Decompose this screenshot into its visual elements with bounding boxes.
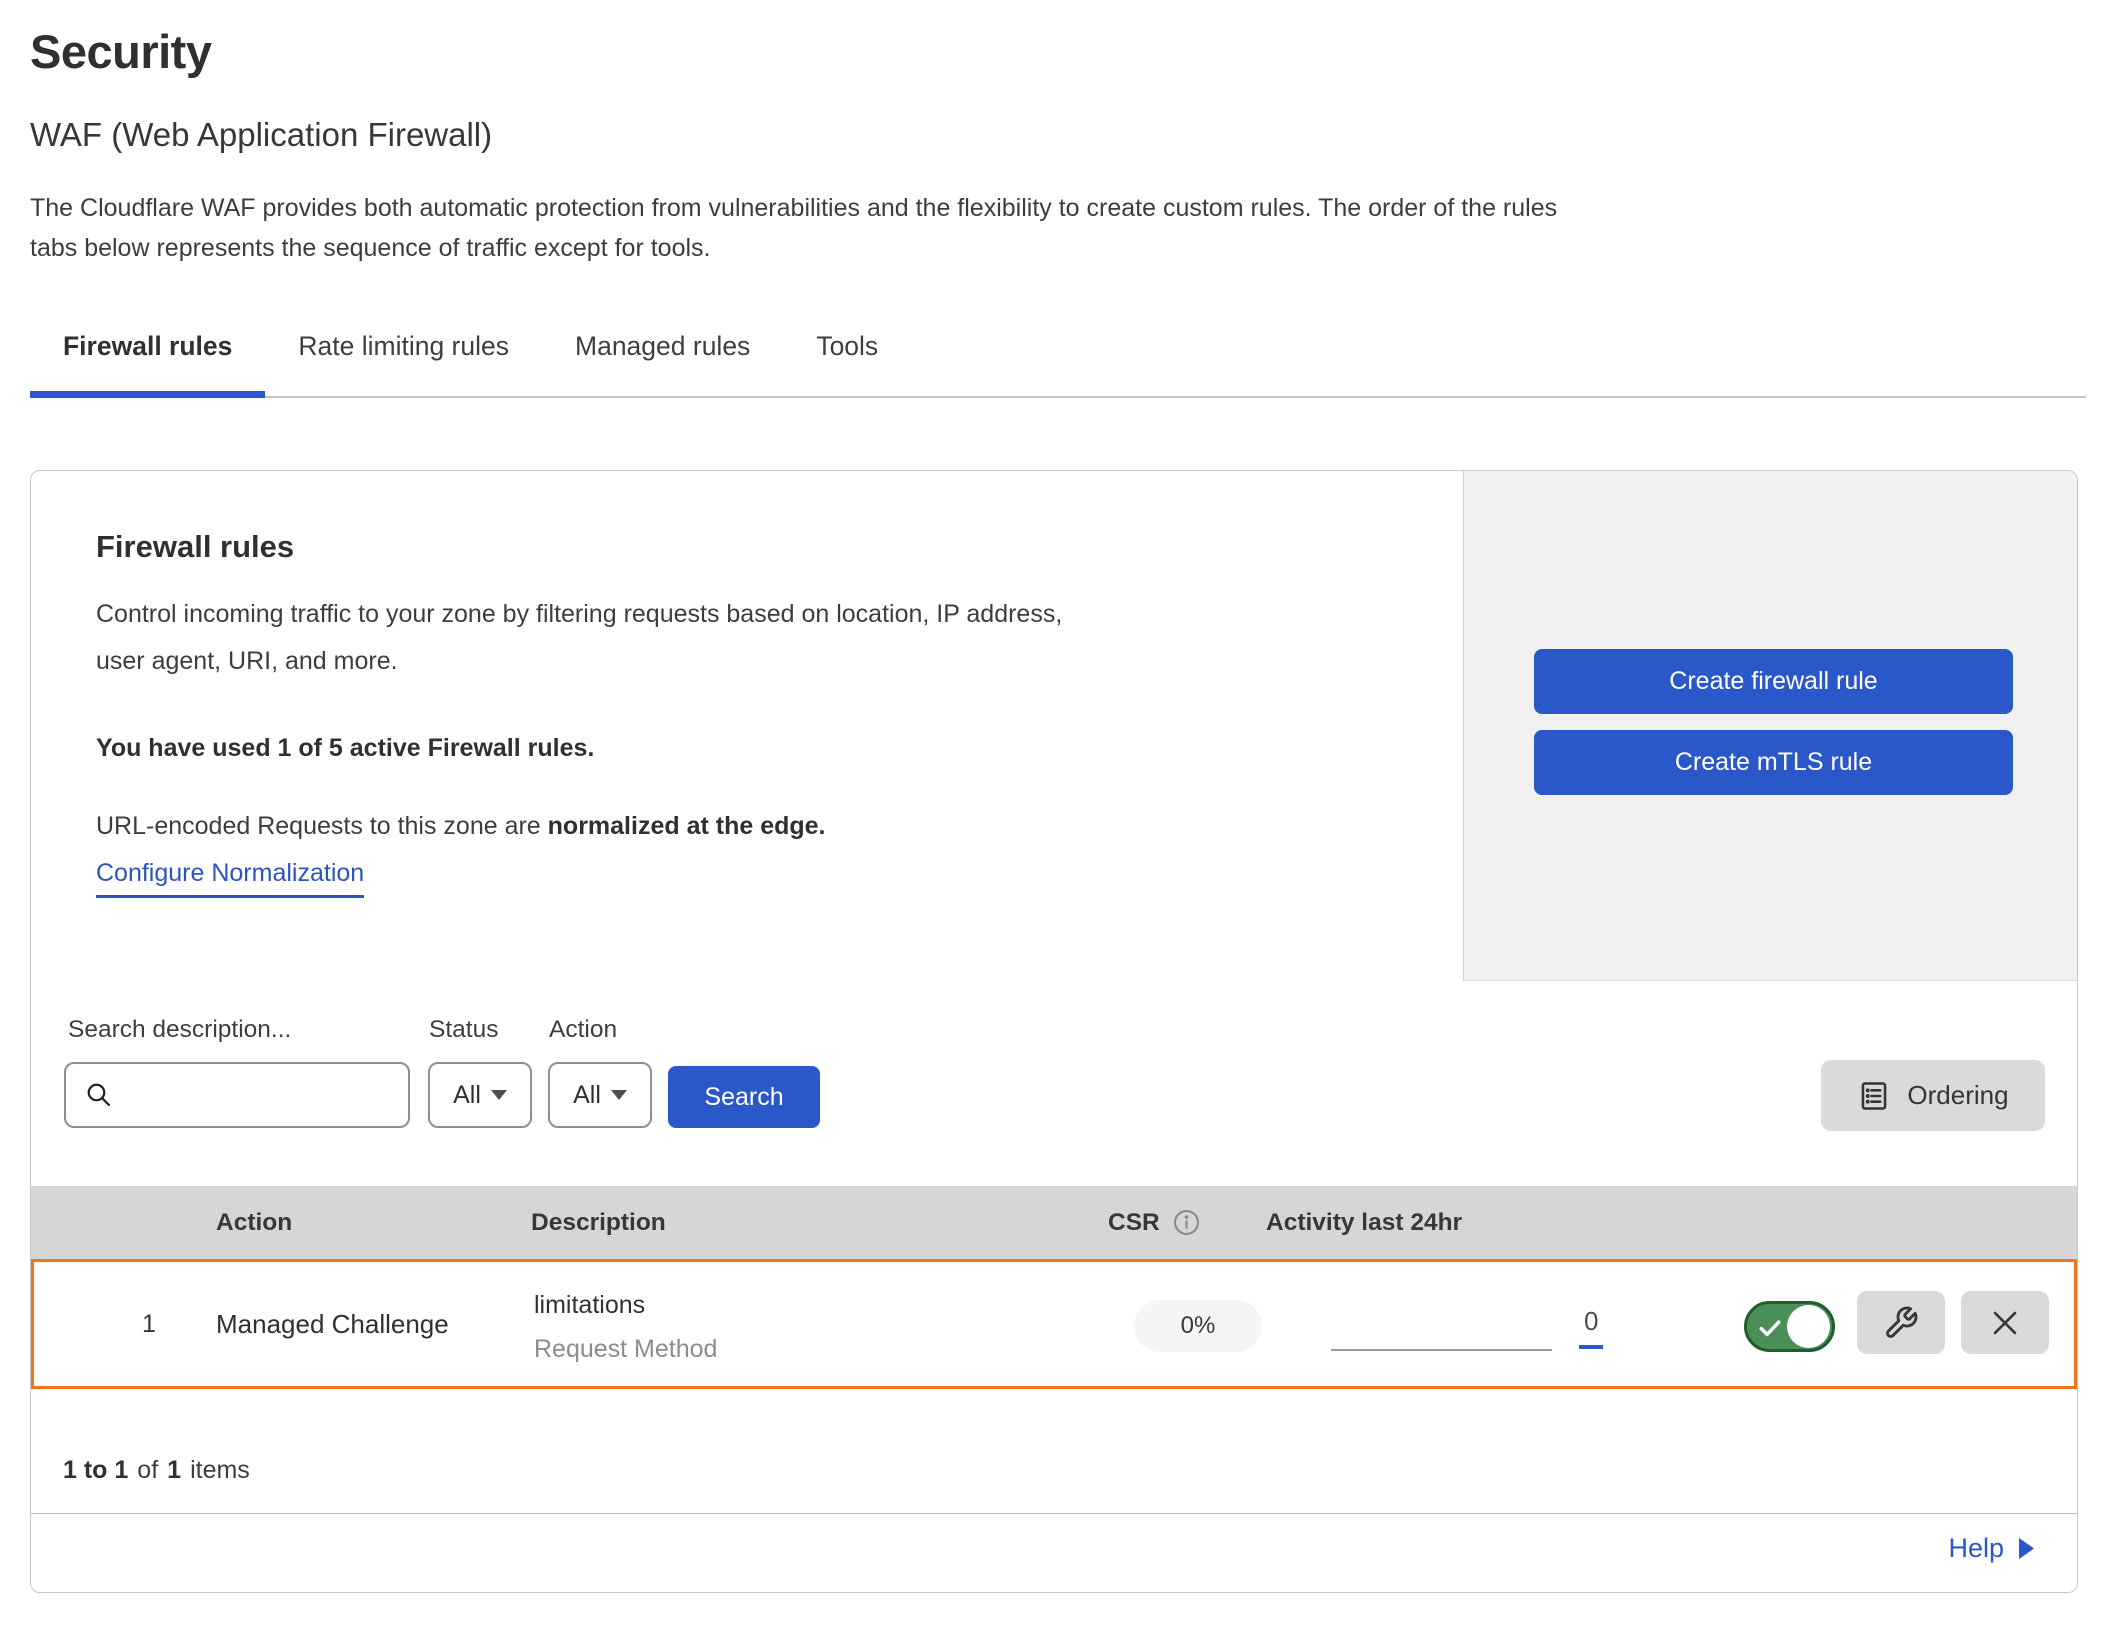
wrench-icon (1883, 1305, 1919, 1341)
page-description: The Cloudflare WAF provides both automat… (30, 188, 2088, 268)
chevron-down-icon (491, 1090, 507, 1101)
configure-normalization-link[interactable]: Configure Normalization (96, 859, 364, 898)
waf-tab-bar: Firewall rules Rate limiting rules Manag… (30, 320, 2086, 398)
activity-sparkline (1331, 1349, 1552, 1351)
tab-managed-rules[interactable]: Managed rules (542, 331, 783, 396)
firewall-rules-overview: Firewall rules Control incoming traffic … (31, 471, 2077, 981)
search-icon (84, 1080, 114, 1110)
normalization-text: URL-encoded Requests to this zone are (96, 812, 548, 840)
status-select[interactable]: All (428, 1062, 532, 1128)
activity-count-link[interactable]: 0 (1579, 1306, 1603, 1349)
close-icon (1988, 1306, 2022, 1340)
create-firewall-rule-button[interactable]: Create firewall rule (1534, 649, 2013, 714)
create-mtls-rule-button[interactable]: Create mTLS rule (1534, 730, 2013, 795)
help-arrow-icon (2018, 1537, 2035, 1560)
check-icon (1756, 1314, 1784, 1342)
security-waf-page: Security WAF (Web Application Firewall) … (0, 0, 2114, 1638)
firewall-rule-row: 1 Managed Challenge limitations Request … (31, 1259, 2077, 1389)
normalization-bold: normalized at the edge. (548, 812, 826, 840)
help-link[interactable]: Help (1948, 1533, 2035, 1564)
ordering-button-label: Ordering (1907, 1080, 2008, 1111)
overview-heading: Firewall rules (96, 529, 294, 565)
chevron-down-icon (611, 1090, 627, 1101)
action-select[interactable]: All (548, 1062, 652, 1128)
csr-value-badge: 0% (1134, 1300, 1262, 1352)
list-ordering-icon (1857, 1079, 1891, 1113)
pagination-summary: 1 to 1 of 1 items (63, 1456, 259, 1485)
usage-summary: You have used 1 of 5 active Firewall rul… (96, 734, 594, 763)
status-label: Status (429, 1016, 498, 1044)
rule-priority: 1 (129, 1262, 169, 1386)
action-select-value: All (573, 1081, 601, 1110)
page-title: Security (30, 24, 211, 79)
pagination-of: of (137, 1456, 158, 1484)
delete-rule-button[interactable] (1961, 1291, 2049, 1354)
info-icon[interactable] (1172, 1208, 1201, 1237)
normalization-note: URL-encoded Requests to this zone are no… (96, 812, 826, 841)
actions-side-panel (1463, 471, 2077, 981)
rule-description[interactable]: limitations (534, 1284, 717, 1326)
action-label: Action (549, 1016, 617, 1044)
pagination-total: 1 (167, 1456, 181, 1484)
search-description-field[interactable] (64, 1062, 410, 1128)
rule-action: Managed Challenge (216, 1262, 449, 1386)
overview-description: Control incoming traffic to your zone by… (96, 591, 1062, 685)
column-header-csr: CSR (1108, 1186, 1201, 1259)
edit-rule-button[interactable] (1857, 1291, 1945, 1354)
pagination-range: 1 to 1 (63, 1456, 128, 1484)
rule-description-cell: limitations Request Method (534, 1284, 717, 1372)
status-select-value: All (453, 1081, 481, 1110)
page-description-line1: The Cloudflare WAF provides both automat… (30, 188, 2088, 228)
rules-table-header: Action Description CSR Activity last 24h… (31, 1186, 2077, 1259)
page-description-line2: tabs below represents the sequence of tr… (30, 228, 2088, 268)
footer-divider (31, 1513, 2077, 1514)
tab-tools[interactable]: Tools (783, 331, 911, 396)
rule-description-sub: Request Method (534, 1326, 717, 1372)
column-header-action: Action (216, 1186, 292, 1259)
search-button[interactable]: Search (668, 1066, 820, 1128)
firewall-rules-card: Firewall rules Control incoming traffic … (30, 470, 2078, 1593)
column-header-description: Description (531, 1186, 666, 1259)
page-subtitle: WAF (Web Application Firewall) (30, 116, 492, 154)
overview-description-line1: Control incoming traffic to your zone by… (96, 591, 1062, 638)
tab-firewall-rules[interactable]: Firewall rules (30, 331, 265, 396)
column-header-activity: Activity last 24hr (1266, 1186, 1462, 1259)
rule-enabled-toggle[interactable] (1744, 1301, 1835, 1352)
toggle-knob (1787, 1305, 1830, 1348)
overview-description-line2: user agent, URI, and more. (96, 638, 1062, 685)
tab-rate-limiting-rules[interactable]: Rate limiting rules (265, 331, 542, 396)
pagination-items: items (190, 1456, 250, 1484)
search-input[interactable] (126, 1064, 436, 1126)
search-description-label: Search description... (68, 1016, 291, 1044)
csr-header-label: CSR (1108, 1209, 1160, 1237)
help-label: Help (1948, 1533, 2004, 1564)
ordering-button[interactable]: Ordering (1821, 1060, 2045, 1131)
